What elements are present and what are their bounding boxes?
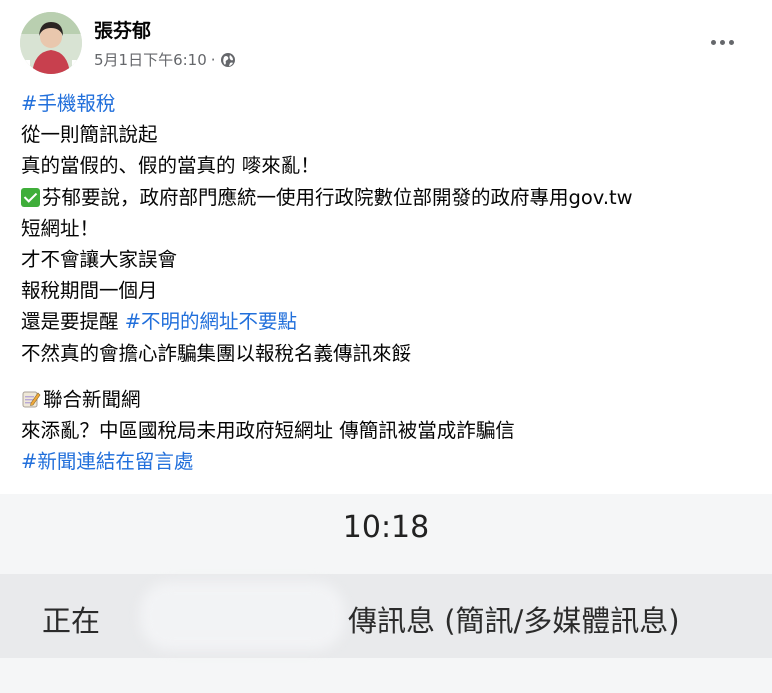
post-text: 還是要提醒	[21, 310, 125, 334]
avatar-photo	[20, 12, 82, 74]
post-body: #手機報稅 從一則簡訊說起 真的當假的、假的當真的 嘜來亂！ 芬郁要說，政府部門…	[21, 88, 756, 477]
post-text: 芬郁要說，政府部門應統一使用行政院數位部開發的政府專用gov.tw	[42, 185, 633, 209]
preview-time: 10:18	[342, 510, 430, 545]
preview-message-bar: 正在 傳訊息 (簡訊/多媒體訊息)	[0, 574, 772, 658]
hashtag-link[interactable]: #不明的網址不要點	[125, 310, 297, 333]
post-timestamp[interactable]: 5月1日下午6:10	[94, 49, 207, 70]
author-name[interactable]: 張芬郁	[94, 16, 151, 43]
redacted-area	[140, 582, 345, 650]
post-text-line: 報稅期間一個月	[21, 279, 158, 303]
meta-separator: ·	[210, 50, 216, 69]
post-header: 張芬郁 5月1日下午6:10 ·	[16, 12, 756, 76]
hashtag-link[interactable]: #新聞連結在留言處	[21, 450, 193, 473]
post-text-line: 從一則簡訊說起	[21, 123, 158, 147]
post-text-line: 不然真的會擔心詐騙集團以報稅名義傳訊來餒	[21, 341, 412, 365]
preview-status-text: 正在	[42, 604, 101, 638]
globe-icon[interactable]	[220, 52, 236, 68]
more-options-icon[interactable]	[702, 26, 742, 58]
post-text-line: 還是要提醒 #不明的網址不要點	[21, 306, 756, 337]
post-text-line: 來添亂？中區國稅局未用政府短網址 傳簡訊被當成詐騙信	[21, 418, 515, 442]
post-text-line: 才不會讓大家誤會	[21, 247, 178, 271]
post-meta: 5月1日下午6:10 ·	[94, 49, 236, 70]
post-text: 聯合新聞網	[43, 387, 141, 411]
post-text-line: 芬郁要說，政府部門應統一使用行政院數位部開發的政府專用gov.tw	[21, 182, 756, 213]
memo-icon	[21, 387, 41, 408]
attached-screenshot[interactable]: 10:18 正在 傳訊息 (簡訊/多媒體訊息)	[0, 494, 772, 693]
avatar[interactable]	[20, 12, 82, 74]
post-text-line: 聯合新聞網	[21, 384, 756, 415]
post-text-line: 短網址！	[21, 216, 100, 240]
check-mark-icon	[21, 187, 40, 207]
preview-message-type: 傳訊息 (簡訊/多媒體訊息)	[348, 604, 680, 638]
post-text-line: 真的當假的、假的當真的 嘜來亂！	[21, 154, 320, 178]
hashtag-link[interactable]: #手機報稅	[21, 92, 115, 115]
